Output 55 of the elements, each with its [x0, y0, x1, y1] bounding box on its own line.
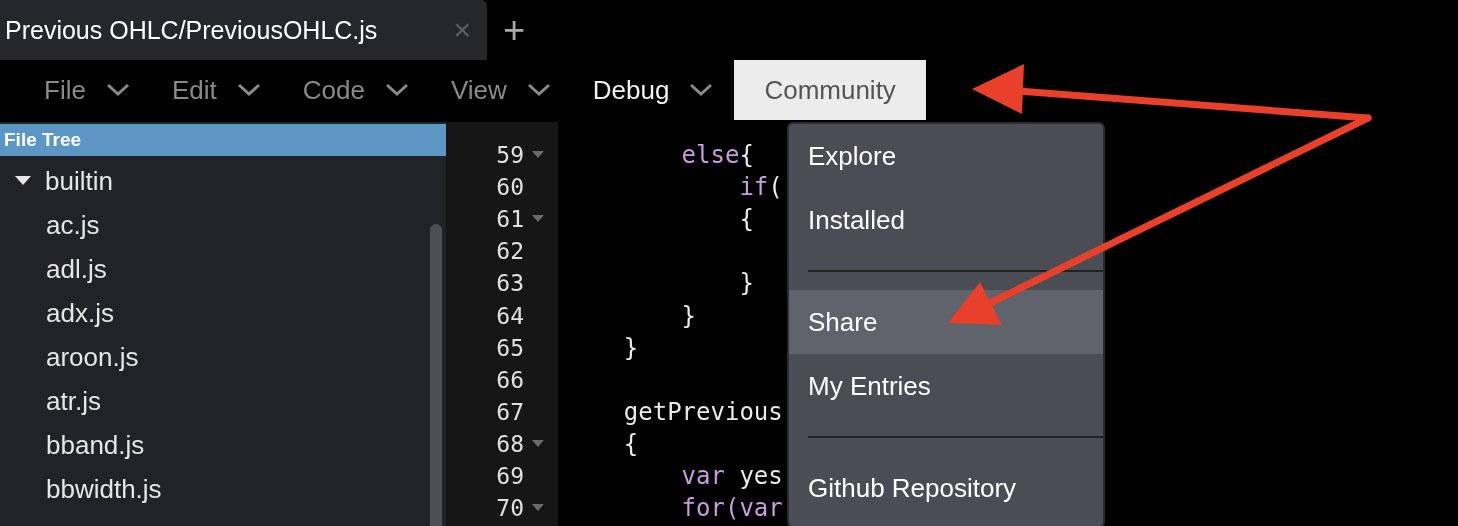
scrollbar[interactable]	[430, 224, 442, 526]
tree-file[interactable]: adl.js	[0, 247, 113, 291]
dropdown-item[interactable]: Github Repository	[789, 456, 1103, 520]
code-line: }	[680, 301, 697, 330]
new-tab-button[interactable]: +	[497, 8, 532, 52]
tree-folder[interactable]: builtin	[0, 159, 119, 203]
file-tab[interactable]: Previous OHLC/PreviousOHLC.js ×	[0, 0, 487, 60]
file-tree-header: File Tree	[0, 124, 446, 156]
menu-item[interactable]: Code	[281, 60, 430, 120]
menu-item[interactable]: Community	[734, 60, 926, 120]
code-line: {	[622, 429, 639, 458]
code-line: if(	[738, 173, 783, 202]
dropdown-item[interactable]: Explore	[789, 124, 1103, 188]
tree-file[interactable]: adx.js	[0, 291, 120, 335]
code-line: getPrevious	[622, 397, 783, 426]
line-number: 61	[496, 206, 524, 233]
line-number: 69	[496, 463, 524, 489]
line-number: 65	[496, 334, 524, 361]
line-number: 67	[496, 398, 524, 425]
code-line: for(var	[680, 494, 783, 523]
menu-item[interactable]: Debug	[571, 60, 735, 120]
code-line: }	[738, 269, 754, 298]
dropdown-item[interactable]: Share	[789, 290, 1103, 354]
chevron-icon	[105, 83, 130, 97]
tab-title: Previous OHLC/PreviousOHLC.js	[5, 15, 378, 45]
chevron-icon	[384, 83, 409, 97]
line-number: 64	[496, 302, 524, 329]
menu-item[interactable]: View	[429, 60, 572, 120]
code-line: {	[738, 205, 754, 234]
chevron-icon	[689, 83, 714, 97]
line-number: 66	[496, 366, 524, 393]
fold-icon[interactable]	[532, 215, 544, 223]
code-line: var yes	[680, 462, 783, 490]
tree-file[interactable]: bband.js	[0, 423, 151, 467]
menu-item[interactable]: File	[23, 60, 151, 120]
dropdown-item[interactable]: My Entries	[789, 354, 1103, 418]
chevron-icon	[236, 83, 261, 97]
tree-file[interactable]: atr.js	[0, 379, 107, 423]
line-number: 68	[496, 430, 524, 457]
line-number: 59	[496, 142, 524, 169]
fold-icon[interactable]	[532, 439, 544, 447]
chevron-icon	[526, 83, 551, 97]
line-number: 63	[496, 270, 524, 297]
line-number: 62	[496, 238, 524, 265]
line-number: 60	[496, 174, 524, 201]
menu-item[interactable]: Edit	[150, 60, 282, 120]
code-line: else{	[680, 141, 754, 170]
tree-file[interactable]: aroon.js	[0, 335, 145, 379]
code-line: }	[622, 333, 639, 362]
fold-icon[interactable]	[532, 151, 544, 159]
fold-icon[interactable]	[532, 504, 544, 512]
tree-file[interactable]: ac.js	[0, 203, 106, 247]
tree-file[interactable]: bbwidth.js	[0, 467, 168, 511]
dropdown-item[interactable]: Installed	[789, 188, 1103, 252]
line-number: 70	[496, 495, 524, 522]
